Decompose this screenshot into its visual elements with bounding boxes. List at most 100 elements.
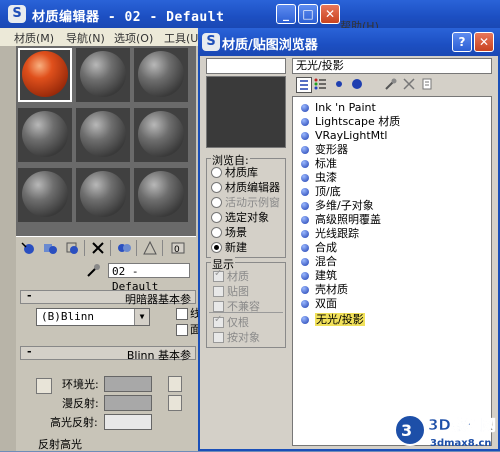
reset-icon[interactable] <box>90 240 106 256</box>
wire-checkbox[interactable] <box>176 308 188 320</box>
list-item[interactable]: 混合 <box>301 255 337 268</box>
radio-label: 选定对象 <box>225 211 269 224</box>
radio-label: 材质库 <box>225 166 258 179</box>
list-item[interactable]: Lightscape 材质 <box>301 115 400 128</box>
list-item[interactable]: 顶/底 <box>301 185 341 198</box>
blinn-basic-params-rollout[interactable]: - Blinn 基本参 <box>20 345 196 362</box>
toolbar-separator <box>162 240 163 256</box>
get-material-icon[interactable] <box>20 240 36 256</box>
sample-slot[interactable] <box>134 108 188 162</box>
put-to-scene-icon[interactable] <box>42 240 58 256</box>
radio-label: 材质编辑器 <box>225 181 280 194</box>
material-type-icon <box>301 118 309 126</box>
material-type-icon <box>301 202 309 210</box>
radio-scene[interactable] <box>211 227 222 238</box>
material-type-icon <box>301 132 309 140</box>
material-effects-icon[interactable]: 0 <box>170 240 186 256</box>
search-input[interactable] <box>206 58 286 74</box>
sample-slot[interactable] <box>18 108 72 162</box>
ambient-color-swatch[interactable] <box>104 376 152 392</box>
material-sphere <box>138 111 184 157</box>
make-unique-icon[interactable] <box>116 240 132 256</box>
minimize-button[interactable]: _ <box>276 4 296 24</box>
maximize-button[interactable]: □ <box>298 4 318 24</box>
chevron-down-icon[interactable]: ▼ <box>134 309 149 325</box>
material-sphere <box>22 171 68 217</box>
material-type-icon <box>301 300 309 308</box>
rollout-title: Blinn 基本参 <box>126 349 191 362</box>
material-sphere <box>80 51 126 97</box>
close-button[interactable]: ✕ <box>320 4 340 24</box>
view-list-icon[interactable] <box>296 77 312 93</box>
view-list-icons-icon[interactable] <box>314 77 328 91</box>
list-item[interactable]: 双面 <box>301 297 337 310</box>
diffuse-label: 漫反射: <box>62 397 99 410</box>
menu-material[interactable]: 材质(M) <box>14 30 54 46</box>
list-item[interactable]: 虫漆 <box>301 171 337 184</box>
list-item[interactable]: 壳材质 <box>301 283 348 296</box>
material-name-field[interactable]: 02 - Default <box>108 263 190 293</box>
sample-slot[interactable] <box>76 168 130 222</box>
specular-color-swatch[interactable] <box>104 414 152 430</box>
radio-label: 新建 <box>225 241 247 254</box>
sample-slot[interactable] <box>18 168 72 222</box>
menu-utilities[interactable]: 工具(U) <box>164 30 203 46</box>
checkbox-label: 按对象 <box>227 331 260 344</box>
diffuse-color-swatch[interactable] <box>104 395 152 411</box>
list-item[interactable]: 高级照明覆盖 <box>301 213 381 226</box>
material-type-icon <box>301 272 309 280</box>
faceted-checkbox[interactable] <box>176 324 188 336</box>
menu-navigation[interactable]: 导航(N) <box>66 30 105 46</box>
help-button[interactable]: ? <box>452 32 472 52</box>
sample-slot[interactable] <box>76 108 130 162</box>
rollout-toggle[interactable]: - <box>27 289 32 302</box>
put-to-library-icon[interactable] <box>142 240 158 256</box>
radio-label: 活动示例窗 <box>225 196 280 209</box>
list-item[interactable]: Ink 'n Paint <box>301 101 376 114</box>
list-item-selected[interactable]: 无光/投影 <box>301 313 365 326</box>
material-type-icon <box>301 146 309 154</box>
browser-title: 材质/贴图浏览器 <box>222 38 318 53</box>
radio-mtl-library[interactable] <box>211 167 222 178</box>
list-item[interactable]: 标准 <box>301 157 337 170</box>
sample-slot[interactable] <box>18 48 72 102</box>
list-item[interactable]: 多维/子对象 <box>301 199 374 212</box>
list-item[interactable]: VRayLightMtl <box>301 129 388 142</box>
app-icon: S <box>8 5 26 23</box>
lock-ambient-diffuse-icon[interactable] <box>36 378 52 394</box>
clear-library-icon[interactable] <box>420 77 434 91</box>
list-item[interactable]: 合成 <box>301 241 337 254</box>
assign-material-icon[interactable] <box>64 240 80 256</box>
diffuse-map-button[interactable] <box>168 395 182 411</box>
material-editor-titlebar[interactable]: S 材质编辑器 - 02 - Default _ □ ✕ <box>0 0 500 28</box>
radio-selected[interactable] <box>211 212 222 223</box>
by-object-checkbox <box>213 332 224 343</box>
delete-icon[interactable] <box>402 77 416 91</box>
watermark-line1: 3D教程网 <box>428 416 496 434</box>
list-item[interactable]: 光线跟踪 <box>301 227 359 240</box>
root-only-checkbox <box>213 314 224 328</box>
material-sphere <box>138 51 184 97</box>
material-toolbar: 0 <box>16 236 196 259</box>
radio-new[interactable] <box>211 242 222 253</box>
toolbar-separator <box>84 240 85 256</box>
selected-name-field: 无光/投影 <box>292 58 492 74</box>
sample-slot[interactable] <box>76 48 130 102</box>
material-editor-title: 材质编辑器 - 02 - Default <box>32 10 225 25</box>
view-small-icons-icon[interactable] <box>332 77 346 91</box>
browser-close-button[interactable]: ✕ <box>474 32 494 52</box>
shader-basic-params-rollout[interactable]: - 明暗器基本参 <box>20 289 196 306</box>
view-large-icons-icon[interactable] <box>350 77 364 91</box>
ambient-map-button[interactable] <box>168 376 182 392</box>
sample-slot[interactable] <box>134 168 188 222</box>
browser-titlebar[interactable]: S 材质/贴图浏览器 ? ✕ <box>198 28 500 56</box>
radio-mtl-editor[interactable] <box>211 182 222 193</box>
rollout-toggle[interactable]: - <box>27 345 32 358</box>
shader-type-dropdown[interactable]: (B)Blinn ▼ <box>36 308 150 326</box>
list-item[interactable]: 建筑 <box>301 269 337 282</box>
list-item[interactable]: 变形器 <box>301 143 348 156</box>
sample-slot[interactable] <box>134 48 188 102</box>
menu-options[interactable]: 选项(O) <box>114 30 153 46</box>
pick-material-icon[interactable] <box>86 262 102 278</box>
update-scene-materials-icon[interactable] <box>384 77 398 91</box>
